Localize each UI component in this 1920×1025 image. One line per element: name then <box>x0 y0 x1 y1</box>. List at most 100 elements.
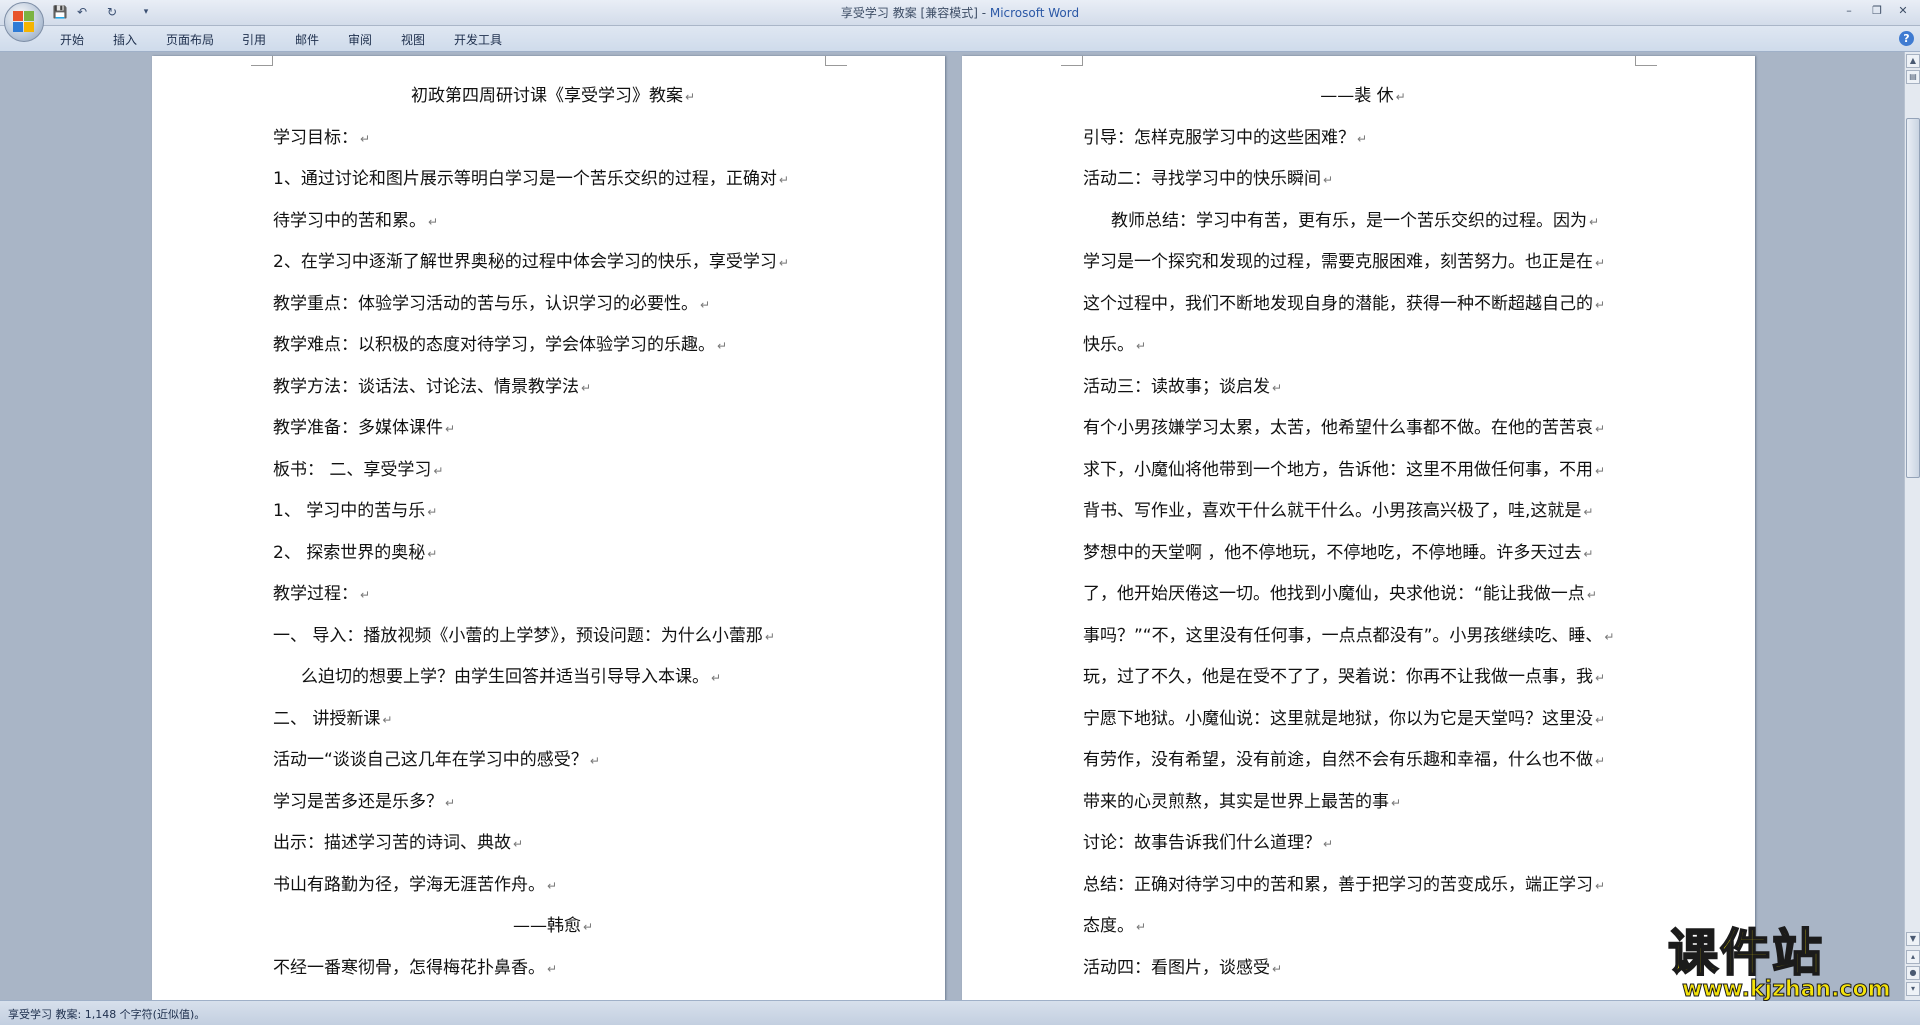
line-text: 1、 学习中的苦与乐 <box>273 501 426 521</box>
previous-page-icon[interactable]: ▴ <box>1906 950 1920 964</box>
paragraph-mark-icon: ↵ <box>1595 712 1606 727</box>
document-line: 一、 导入：播放视频《小蕾的上学梦》，预设问题：为什么小蕾那 ↵ <box>273 616 833 658</box>
paragraph-mark-icon: ↵ <box>1595 754 1606 768</box>
paragraph-mark-icon: ↵ <box>1604 629 1615 644</box>
line-text: ——韩愈 <box>512 916 581 936</box>
tab-references[interactable]: 引用 <box>242 31 266 48</box>
left-page-text: 初政第四周研讨课《享受学习》教案 ↵ 学习目标： ↵ 1、通过讨论和图片展示等明白学习是… <box>273 76 833 989</box>
help-icon[interactable]: ? <box>1899 31 1914 46</box>
paragraph-mark-icon: ↵ <box>428 214 439 229</box>
line-text: 书山有路勤为径，学海无涯苦作舟。 <box>273 874 545 895</box>
line-text: 教师总结：学习中有苦，更有乐，是一个苦乐交织的过程。因为 <box>1111 210 1587 231</box>
tab-developer[interactable]: 开发工具 <box>454 31 502 48</box>
paragraph-mark-icon: ↵ <box>427 546 438 561</box>
paragraph-mark-icon: ↵ <box>1583 546 1594 561</box>
document-line: 教学方法：谈话法、讨论法、情景教学法 ↵ <box>273 367 833 409</box>
document-line: 这个过程中，我们不断地发现自身的潜能，获得一种不断超越自己的 ↵ <box>1083 284 1643 326</box>
paragraph-mark-icon: ↵ <box>581 380 592 395</box>
line-text: 学习是一个探究和发现的过程，需要克服困难，刻苦努力。也正是在 <box>1083 252 1593 272</box>
line-text: 活动三：读故事；谈启发 <box>1083 376 1270 397</box>
paragraph-mark-icon: ↵ <box>1589 214 1600 229</box>
paragraph-mark-icon: ↵ <box>445 422 456 436</box>
paragraph-mark-icon: ↵ <box>711 671 722 685</box>
document-line: 二、 讲授新课 ↵ <box>273 699 833 741</box>
line-text: 初政第四周研讨课《享受学习》教案 <box>410 86 683 106</box>
paragraph-mark-icon: ↵ <box>582 920 594 934</box>
office-button[interactable] <box>4 2 44 42</box>
line-text: 宁愿下地狱。小魔仙说：这里就是地狱，你以为它是天堂吗？这里没 <box>1083 708 1593 729</box>
paragraph-mark-icon: ↵ <box>382 712 393 727</box>
paragraph-mark-icon: ↵ <box>360 131 371 146</box>
tab-page-layout[interactable]: 页面布局 <box>166 31 214 48</box>
close-button[interactable]: ✕ <box>1890 2 1916 20</box>
document-line: 态度。 ↵ <box>1083 906 1643 948</box>
paragraph-mark-icon: ↵ <box>700 297 711 312</box>
document-line: 2、在学习中逐渐了解世界奥秘的过程中体会学习的快乐，享受学习 ↵ <box>273 242 833 284</box>
tab-insert[interactable]: 插入 <box>113 31 137 48</box>
line-text: 教学过程： <box>273 584 358 604</box>
document-line: 带来的心灵煎熬，其实是世界上最苦的事 ↵ <box>1083 782 1643 824</box>
line-text: 活动一“谈谈自己这几年在学习中的感受？ <box>273 750 588 770</box>
paragraph-mark-icon: ↵ <box>1136 339 1147 353</box>
line-text: 有劳作，没有希望，没有前途，自然不会有乐趣和幸福，什么也不做 <box>1083 750 1593 770</box>
paragraph-mark-icon: ↵ <box>547 961 558 976</box>
document-line: 活动四：看图片，谈感受 ↵ <box>1083 948 1643 990</box>
document-page-left[interactable]: 初政第四周研讨课《享受学习》教案 ↵ 学习目标： ↵ 1、通过讨论和图片展示等明白学习是… <box>152 56 945 1000</box>
tab-mailings[interactable]: 邮件 <box>295 31 319 48</box>
scroll-up-icon[interactable]: ▲ <box>1906 54 1920 68</box>
document-line: 1、通过讨论和图片展示等明白学习是一个苦乐交织的过程，正确对 ↵ <box>273 159 833 201</box>
paragraph-mark-icon: ↵ <box>589 754 600 768</box>
minimize-button[interactable]: – <box>1836 2 1862 20</box>
paragraph-mark-icon: ↵ <box>360 588 371 602</box>
paragraph-mark-icon: ↵ <box>445 795 456 810</box>
document-line: 玩，过了不久，他是在受不了了，哭着说：你再不让我做一点事，我 ↵ <box>1083 657 1643 699</box>
paragraph-mark-icon: ↵ <box>513 837 524 851</box>
document-line: 有个小男孩嫌学习太累，太苦，他希望什么事都不做。在他的苦苦哀 ↵ <box>1083 408 1643 450</box>
document-page-right[interactable]: ——裴 休 ↵ 引导：怎样克服学习中的这些困难？ ↵ 活动二：寻找学习中的快乐瞬间 ↵ 教师… <box>962 56 1755 1000</box>
paragraph-mark-icon: ↵ <box>1272 380 1283 395</box>
paragraph-mark-icon: ↵ <box>1272 961 1283 976</box>
line-text: 事吗？”“不，这里没有任何事，一点点都没有”。小男孩继续吃、睡、 <box>1083 625 1603 646</box>
paragraph-mark-icon: ↵ <box>778 173 789 187</box>
next-page-icon[interactable]: ▾ <box>1906 982 1920 996</box>
ruler-toggle-icon[interactable]: ▤ <box>1906 70 1920 84</box>
watermark-url: www.kjzhan.com <box>1682 977 1892 1003</box>
paragraph-mark-icon: ↵ <box>764 629 775 644</box>
line-text: 讨论：故事告诉我们什么道理？ <box>1083 833 1321 853</box>
tab-home[interactable]: 开始 <box>60 31 84 48</box>
line-text: 总结：正确对待学习中的苦和累，善于把学习的苦变成乐，端正学习 <box>1083 874 1593 895</box>
maximize-button[interactable]: ❐ <box>1864 2 1890 20</box>
scroll-down-icon[interactable]: ▼ <box>1906 932 1920 946</box>
paragraph-mark-icon: ↵ <box>547 878 558 893</box>
document-line: ——韩愈 ↵ <box>273 906 833 948</box>
paragraph-mark-icon: ↵ <box>1323 173 1334 187</box>
document-line: 活动二：寻找学习中的快乐瞬间 ↵ <box>1083 159 1643 201</box>
status-bar: 享受学习 教案: 1,148 个字符(近似值)。 <box>0 1000 1920 1025</box>
paragraph-mark-icon: ↵ <box>1595 256 1606 270</box>
paragraph-mark-icon: ↵ <box>433 463 444 478</box>
crop-mark <box>1635 56 1657 66</box>
document-line: 板书： 二、享受学习 ↵ <box>273 450 833 492</box>
vertical-scrollbar[interactable]: ▲ ▤ ▼ ▴ ● ▾ <box>1904 52 1920 1000</box>
crop-mark <box>251 56 273 66</box>
document-line: 不经一番寒彻骨，怎得梅花扑鼻香。 ↵ <box>273 948 833 990</box>
document-line: 书山有路勤为径，学海无涯苦作舟。 ↵ <box>273 865 833 907</box>
tab-view[interactable]: 视图 <box>401 31 425 48</box>
title-bar: 💾 ↶ ↻ ▾ 享受学习 教案 [兼容模式] - Microsoft Word … <box>0 0 1920 26</box>
document-line: 了，他开始厌倦这一切。他找到小魔仙，央求他说：“能让我做一点 ↵ <box>1083 574 1643 616</box>
document-line: 学习是苦多还是乐多？ ↵ <box>273 782 833 824</box>
paragraph-mark-icon: ↵ <box>1395 90 1406 104</box>
scroll-thumb[interactable] <box>1906 118 1920 478</box>
paragraph-mark-icon: ↵ <box>427 505 438 519</box>
browse-object-icon[interactable]: ● <box>1906 966 1920 980</box>
word-count-status[interactable]: 享受学习 教案: 1,148 个字符(近似值)。 <box>8 1006 205 1022</box>
paragraph-mark-icon: ↵ <box>1595 463 1606 478</box>
office-logo-icon <box>13 11 35 33</box>
document-line: 总结：正确对待学习中的苦和累，善于把学习的苦变成乐，端正学习 ↵ <box>1083 865 1643 907</box>
line-text: 出示：描述学习苦的诗词、典故 <box>273 833 511 853</box>
tab-review[interactable]: 审阅 <box>348 31 372 48</box>
line-text: 梦想中的天堂啊 ，他不停地玩，不停地吃，不停地睡。许多天过去 <box>1083 542 1582 563</box>
line-text: 板书： 二、享受学习 <box>273 459 432 480</box>
document-line: 出示：描述学习苦的诗词、典故 ↵ <box>273 823 833 865</box>
line-text: 引导：怎样克服学习中的这些困难？ <box>1083 127 1355 148</box>
